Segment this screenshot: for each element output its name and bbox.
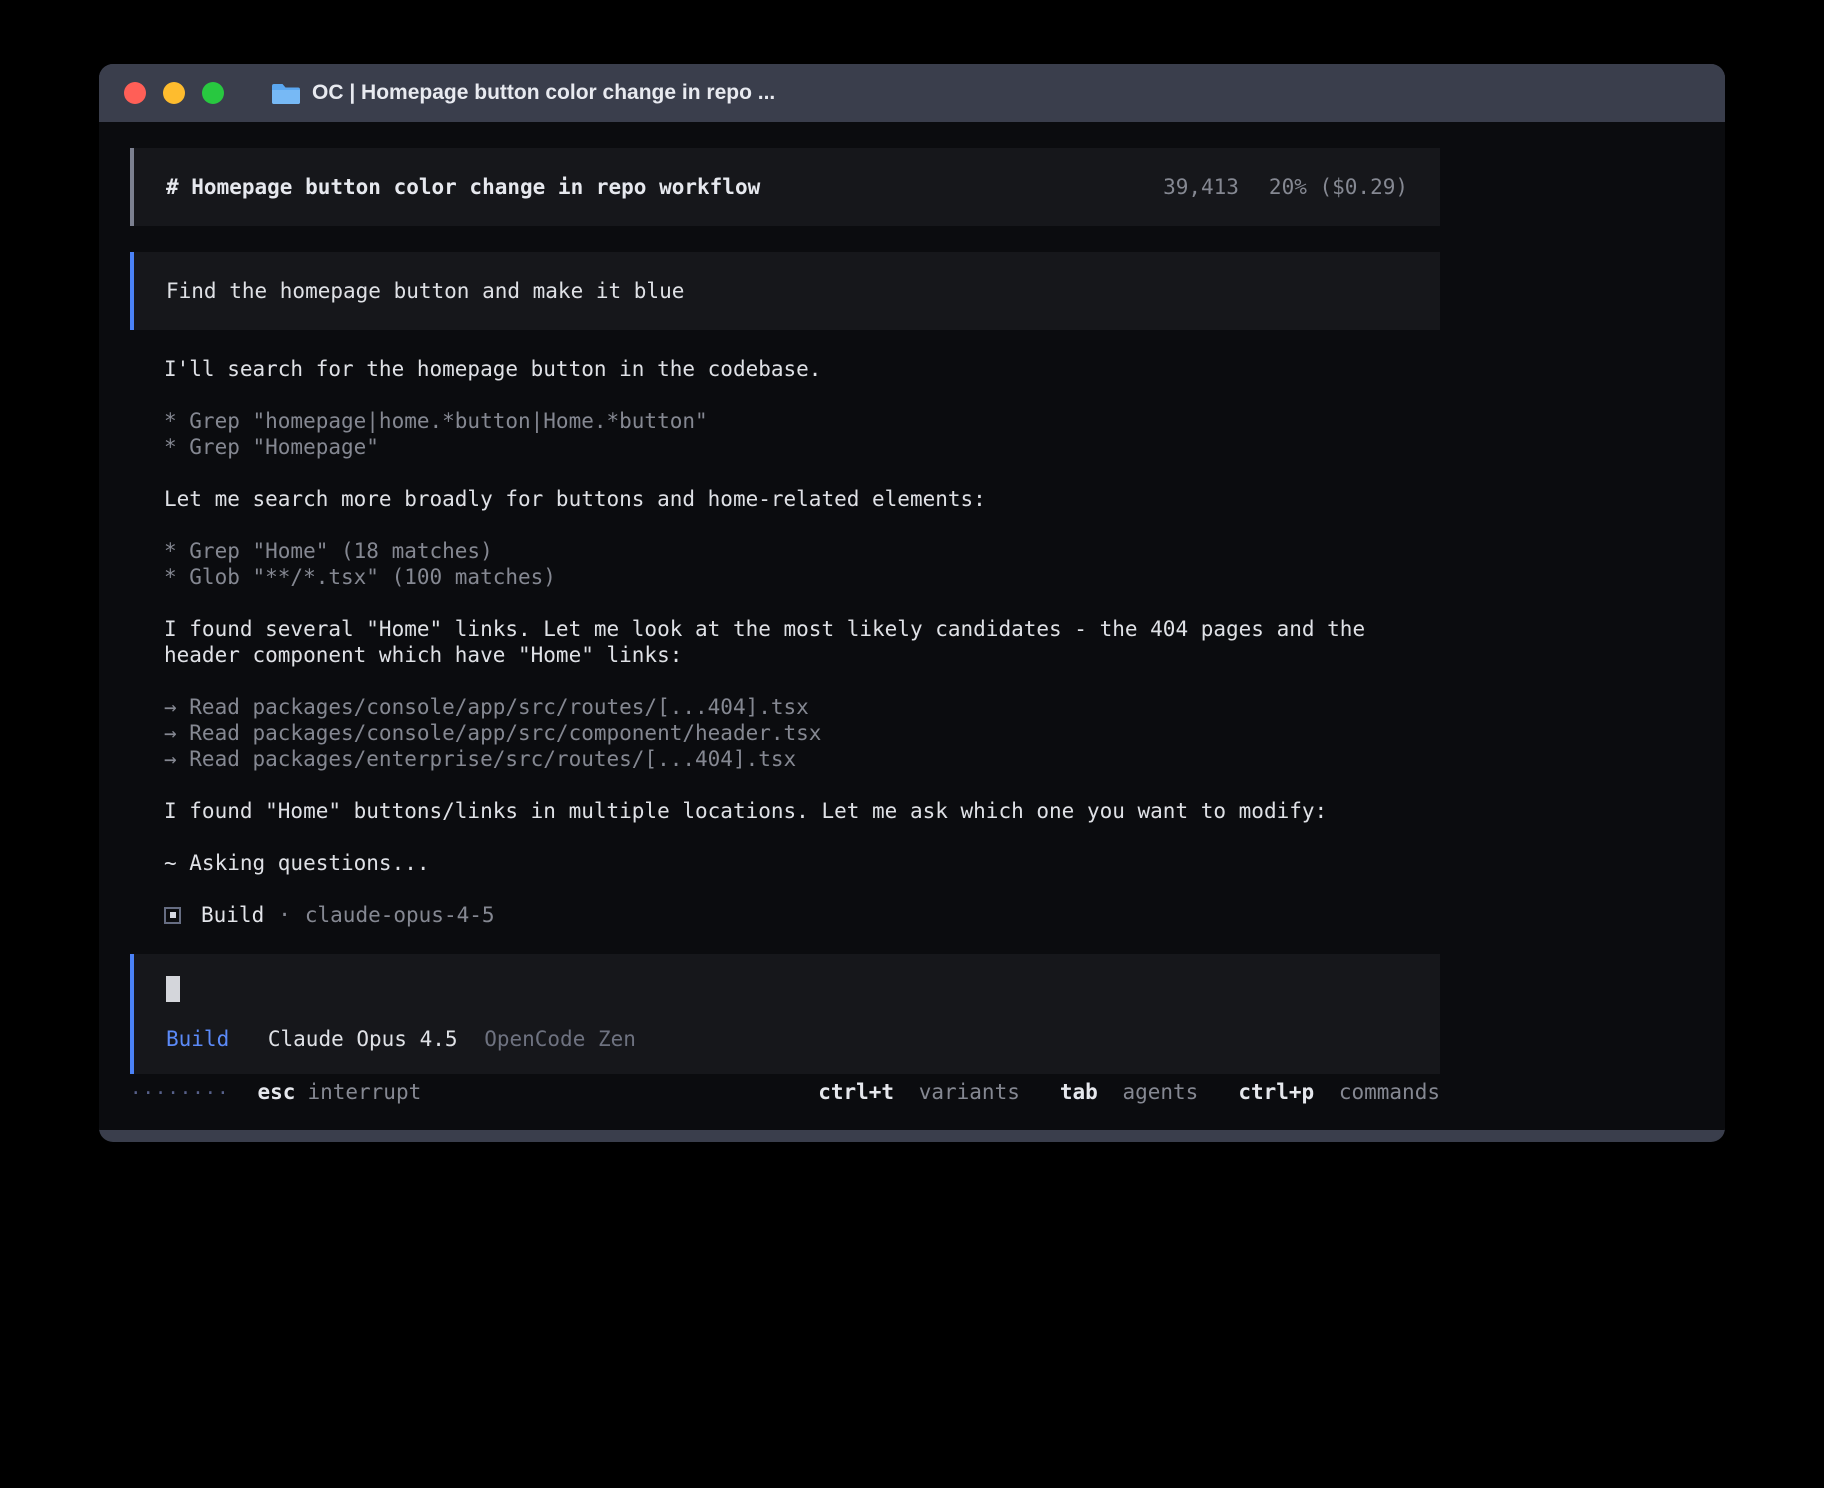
key-ctrl-p: ctrl+p bbox=[1238, 1080, 1314, 1104]
key-hint: ctrl+p commands bbox=[1238, 1079, 1440, 1105]
statusbar-left: ········ esc interrupt bbox=[130, 1079, 421, 1106]
input-meta-row: Build Claude Opus 4.5 OpenCode Zen bbox=[166, 1026, 1408, 1052]
tool-call-glob: * Glob "**/*.tsx" (100 matches) bbox=[164, 564, 1440, 590]
context-cost: 20% ($0.29) bbox=[1269, 174, 1408, 200]
tool-call-group: * Grep "Home" (18 matches) * Glob "**/*.… bbox=[130, 538, 1440, 590]
assistant-text: I found several "Home" links. Let me loo… bbox=[164, 616, 1440, 668]
assistant-text: I found "Home" buttons/links in multiple… bbox=[164, 798, 1440, 824]
terminal-window: OC | Homepage button color change in rep… bbox=[99, 64, 1725, 1142]
titlebar[interactable]: OC | Homepage button color change in rep… bbox=[99, 64, 1725, 122]
tool-call-read: → Read packages/enterprise/src/routes/[.… bbox=[164, 746, 1440, 772]
zoom-button[interactable] bbox=[202, 82, 224, 104]
prompt-input[interactable]: Build Claude Opus 4.5 OpenCode Zen bbox=[130, 954, 1440, 1074]
tool-call-group: * Grep "homepage|home.*button|Home.*butt… bbox=[130, 408, 1440, 460]
assistant-text: I'll search for the homepage button in t… bbox=[164, 356, 1440, 382]
key-hint: ctrl+t variants bbox=[818, 1079, 1020, 1105]
window-title: OC | Homepage button color change in rep… bbox=[312, 81, 775, 105]
close-button[interactable] bbox=[124, 82, 146, 104]
session-title: # Homepage button color change in repo w… bbox=[166, 174, 760, 200]
folder-icon bbox=[272, 82, 300, 104]
agent-separator: · bbox=[278, 902, 291, 928]
tool-call-grep: * Grep "Homepage" bbox=[164, 434, 1440, 460]
key-tab: tab bbox=[1060, 1080, 1098, 1104]
tool-call-grep: * Grep "Home" (18 matches) bbox=[164, 538, 1440, 564]
traffic-lights bbox=[113, 82, 224, 104]
tool-call-group: → Read packages/console/app/src/routes/[… bbox=[130, 694, 1440, 772]
terminal-content: # Homepage button color change in repo w… bbox=[99, 122, 1725, 1130]
user-message-text: Find the homepage button and make it blu… bbox=[166, 279, 684, 303]
assistant-text: Let me search more broadly for buttons a… bbox=[164, 486, 1440, 512]
agent-icon bbox=[164, 907, 181, 924]
user-message: Find the homepage button and make it blu… bbox=[130, 252, 1440, 330]
status-bar: ········ esc interrupt ctrl+t variants t… bbox=[130, 1079, 1440, 1106]
input-provider-label: OpenCode Zen bbox=[484, 1027, 636, 1051]
agent-status-row: Build · claude-opus-4-5 bbox=[164, 902, 1440, 928]
agent-name: Build bbox=[201, 902, 264, 928]
input-model-label[interactable]: Claude Opus 4.5 bbox=[268, 1027, 458, 1051]
session-stats: 39,413 20% ($0.29) bbox=[1163, 174, 1408, 200]
key-ctrl-t-label: variants bbox=[919, 1080, 1020, 1104]
tool-call-grep: * Grep "homepage|home.*button|Home.*butt… bbox=[164, 408, 1440, 434]
minimize-button[interactable] bbox=[163, 82, 185, 104]
prompt-text-line[interactable] bbox=[166, 976, 1408, 1002]
spinner-dots: ········ bbox=[130, 1080, 230, 1106]
key-hint: tab agents bbox=[1060, 1079, 1198, 1105]
key-tab-label: agents bbox=[1122, 1080, 1198, 1104]
key-ctrl-t: ctrl+t bbox=[818, 1080, 894, 1104]
input-agent-label[interactable]: Build bbox=[166, 1027, 229, 1051]
agent-model: claude-opus-4-5 bbox=[305, 902, 495, 928]
key-ctrl-p-label: commands bbox=[1339, 1080, 1440, 1104]
session-header: # Homepage button color change in repo w… bbox=[130, 148, 1440, 226]
statusbar-right: ctrl+t variants tab agents ctrl+p comman… bbox=[818, 1079, 1440, 1105]
window-title-group: OC | Homepage button color change in rep… bbox=[272, 81, 775, 105]
key-esc: esc bbox=[258, 1079, 296, 1105]
key-esc-label: interrupt bbox=[307, 1079, 421, 1105]
tool-call-read: → Read packages/console/app/src/routes/[… bbox=[164, 694, 1440, 720]
assistant-status-text: ~ Asking questions... bbox=[164, 850, 1440, 876]
token-count: 39,413 bbox=[1163, 174, 1239, 200]
text-cursor bbox=[166, 976, 180, 1002]
tool-call-read: → Read packages/console/app/src/componen… bbox=[164, 720, 1440, 746]
